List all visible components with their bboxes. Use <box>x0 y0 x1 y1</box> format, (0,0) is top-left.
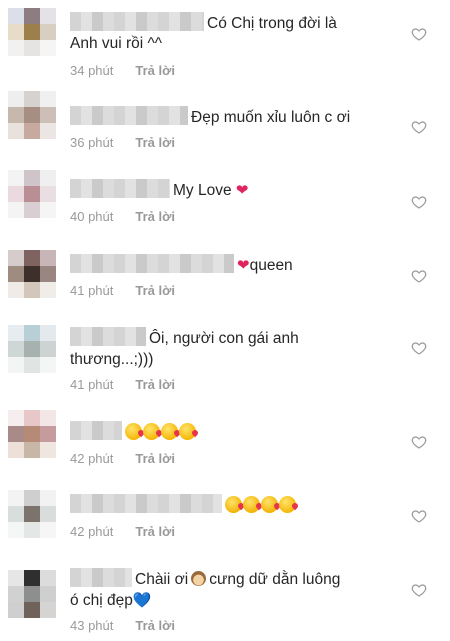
username-blurred[interactable] <box>70 12 204 31</box>
timestamp: 40 phút <box>70 209 114 224</box>
timestamp: 43 phút <box>70 618 114 633</box>
comment-text-line-1: Ôi, người con gái anh <box>149 330 299 347</box>
comment-meta: 43 phút Trả lời <box>70 618 175 633</box>
like-heart-icon[interactable] <box>411 119 427 135</box>
reply-button[interactable]: Trả lời <box>135 451 175 466</box>
avatar[interactable] <box>8 325 56 373</box>
face-blowing-kiss-icon <box>279 496 297 514</box>
avatar[interactable] <box>8 91 56 139</box>
username-blurred[interactable] <box>70 179 170 198</box>
comment-meta: 42 phút Trả lời <box>70 451 175 466</box>
avatar[interactable] <box>8 250 56 298</box>
comment-text-line-2-text: ó chị đẹp <box>70 592 133 609</box>
username-blurred[interactable] <box>70 106 188 125</box>
like-heart-icon[interactable] <box>411 508 427 524</box>
timestamp: 36 phút <box>70 135 114 150</box>
username-blurred[interactable] <box>70 568 132 587</box>
comment-text-line-1: queen <box>249 257 293 274</box>
like-heart-icon[interactable] <box>411 194 427 210</box>
avatar[interactable] <box>8 490 56 538</box>
comment-text: My Love ❤ <box>70 179 248 202</box>
comment-text-line-1: Có Chị trong đời là <box>207 15 337 32</box>
comment-text-line-1b: cưng dữ dằn luông <box>209 571 341 588</box>
comment-meta: 36 phút Trả lời <box>70 135 175 150</box>
avatar[interactable] <box>8 170 56 218</box>
comment-meta: 42 phút Trả lời <box>70 524 175 539</box>
comment-text-line-2: Anh vui rồi ^^ <box>70 35 163 52</box>
kissing-face-icon <box>225 496 279 514</box>
face-blowing-kiss-icon <box>125 423 197 441</box>
see-no-evil-monkey-icon <box>191 571 207 586</box>
like-heart-icon[interactable] <box>411 26 427 42</box>
comment-text: Có Chị trong đời là <box>70 12 337 35</box>
reply-button[interactable]: Trả lời <box>135 524 175 539</box>
timestamp: 41 phút <box>70 377 114 392</box>
like-heart-icon[interactable] <box>411 340 427 356</box>
avatar[interactable] <box>8 570 56 618</box>
reply-button[interactable]: Trả lời <box>135 63 175 78</box>
like-heart-icon[interactable] <box>411 582 427 598</box>
comment-text: ❤queen <box>70 254 293 277</box>
comment-text: Ôi, người con gái anh <box>70 327 299 350</box>
comment-meta: 34 phút Trả lời <box>70 63 175 78</box>
comment-meta: 40 phút Trả lời <box>70 209 175 224</box>
comment-meta: 41 phút Trả lời <box>70 283 175 298</box>
comment-text: Chàii ơi cưng dữ dằn luông <box>70 568 340 591</box>
timestamp: 42 phút <box>70 451 114 466</box>
comment-text <box>70 494 297 517</box>
comment-text-line-2: ó chị đẹp💙 <box>70 590 152 612</box>
comment-text-line-1: Đẹp muốn xỉu luôn c ơi <box>191 109 351 126</box>
comment-text-line-2: thương...;))) <box>70 351 154 368</box>
red-heart-icon: ❤ <box>235 182 249 199</box>
comment-text <box>70 421 197 444</box>
blue-heart-icon: 💙 <box>132 592 152 609</box>
reply-button[interactable]: Trả lời <box>135 377 175 392</box>
reply-button[interactable]: Trả lời <box>135 283 175 298</box>
avatar[interactable] <box>8 410 56 458</box>
reply-button[interactable]: Trả lời <box>135 135 175 150</box>
comment-text: Đẹp muốn xỉu luôn c ơi <box>70 106 350 129</box>
username-blurred[interactable] <box>70 327 146 346</box>
timestamp: 41 phút <box>70 283 114 298</box>
like-heart-icon[interactable] <box>411 434 427 450</box>
reply-button[interactable]: Trả lời <box>135 209 175 224</box>
username-blurred[interactable] <box>70 494 222 513</box>
comment-text-line-1: My Love <box>173 182 232 199</box>
timestamp: 34 phút <box>70 63 114 78</box>
username-blurred[interactable] <box>70 421 122 440</box>
like-heart-icon[interactable] <box>411 268 427 284</box>
comment-meta: 41 phút Trả lời <box>70 377 175 392</box>
timestamp: 42 phút <box>70 524 114 539</box>
reply-button[interactable]: Trả lời <box>135 618 175 633</box>
comment-text-line-1: Chàii ơi <box>135 571 189 588</box>
red-heart-icon: ❤ <box>237 257 250 274</box>
username-blurred[interactable] <box>70 254 234 273</box>
avatar[interactable] <box>8 8 56 56</box>
